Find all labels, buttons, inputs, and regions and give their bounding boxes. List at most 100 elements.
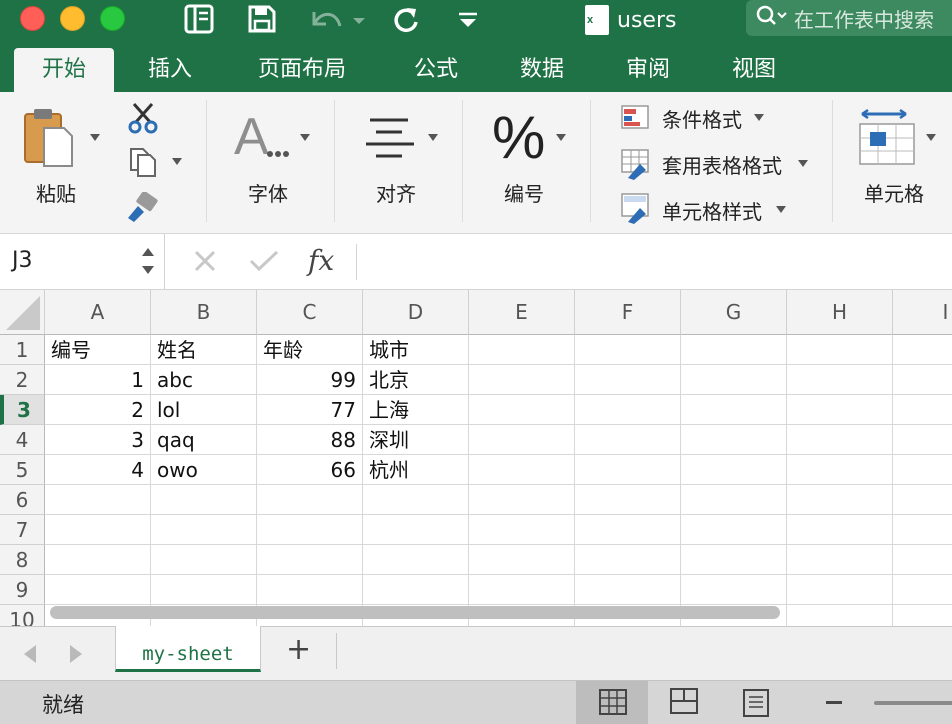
cell-e1[interactable] bbox=[469, 335, 575, 365]
cell-i2[interactable] bbox=[893, 365, 952, 395]
tab-formulas[interactable]: 公式 bbox=[386, 48, 486, 92]
row-header-4[interactable]: 4 bbox=[0, 425, 45, 455]
cell-g8[interactable] bbox=[681, 545, 787, 575]
cell-d7[interactable] bbox=[363, 515, 469, 545]
cell-d9[interactable] bbox=[363, 575, 469, 605]
cell-styles-icon[interactable] bbox=[620, 192, 654, 228]
conditional-format-label[interactable]: 条件格式 bbox=[662, 104, 742, 133]
tab-page-layout[interactable]: 页面布局 bbox=[232, 48, 372, 92]
cell-a7[interactable] bbox=[45, 515, 151, 545]
cell-h4[interactable] bbox=[787, 425, 893, 455]
page-break-view-button[interactable] bbox=[720, 681, 792, 724]
cell-g7[interactable] bbox=[681, 515, 787, 545]
cell-i9[interactable] bbox=[893, 575, 952, 605]
cell-e4[interactable] bbox=[469, 425, 575, 455]
tab-insert[interactable]: 插入 bbox=[120, 48, 220, 92]
copy-icon[interactable] bbox=[128, 146, 158, 182]
cell-f6[interactable] bbox=[575, 485, 681, 515]
tab-view[interactable]: 视图 bbox=[704, 48, 804, 92]
cell-b5[interactable]: owo bbox=[151, 455, 257, 485]
cell-f2[interactable] bbox=[575, 365, 681, 395]
cell-f7[interactable] bbox=[575, 515, 681, 545]
align-dropdown-caret[interactable] bbox=[428, 134, 438, 141]
cell-c5[interactable]: 66 bbox=[257, 455, 363, 485]
cell-h6[interactable] bbox=[787, 485, 893, 515]
row-header-6[interactable]: 6 bbox=[0, 485, 45, 515]
row-header-1[interactable]: 1 bbox=[0, 335, 45, 365]
cell-a1[interactable]: 编号 bbox=[45, 335, 151, 365]
cell-a2[interactable]: 1 bbox=[45, 365, 151, 395]
row-header-3[interactable]: 3 bbox=[0, 395, 45, 425]
cell-a3[interactable]: 2 bbox=[45, 395, 151, 425]
cell-h3[interactable] bbox=[787, 395, 893, 425]
cell-h5[interactable] bbox=[787, 455, 893, 485]
cell-a5[interactable]: 4 bbox=[45, 455, 151, 485]
cell-b3[interactable]: lol bbox=[151, 395, 257, 425]
cell-f5[interactable] bbox=[575, 455, 681, 485]
cell-c1[interactable]: 年龄 bbox=[257, 335, 363, 365]
cell-d3[interactable]: 上海 bbox=[363, 395, 469, 425]
cancel-icon[interactable] bbox=[192, 248, 218, 278]
cell-d4[interactable]: 深圳 bbox=[363, 425, 469, 455]
conditional-format-caret[interactable] bbox=[754, 114, 764, 121]
cell-d5[interactable]: 杭州 bbox=[363, 455, 469, 485]
cell-f9[interactable] bbox=[575, 575, 681, 605]
cell-e5[interactable] bbox=[469, 455, 575, 485]
cell-g4[interactable] bbox=[681, 425, 787, 455]
conditional-format-icon[interactable] bbox=[620, 104, 650, 134]
cell-f3[interactable] bbox=[575, 395, 681, 425]
cell-d1[interactable]: 城市 bbox=[363, 335, 469, 365]
sheet-search-field[interactable]: 在工作表中搜索 bbox=[746, 0, 952, 36]
undo-icon[interactable] bbox=[306, 4, 366, 34]
customize-toolbar-icon[interactable] bbox=[456, 4, 480, 34]
redo-icon[interactable] bbox=[392, 4, 420, 34]
insert-function-button[interactable]: fx bbox=[308, 244, 334, 277]
cell-h2[interactable] bbox=[787, 365, 893, 395]
cell-e8[interactable] bbox=[469, 545, 575, 575]
cell-h7[interactable] bbox=[787, 515, 893, 545]
format-as-table-label[interactable]: 套用表格格式 bbox=[662, 150, 782, 179]
cell-a8[interactable] bbox=[45, 545, 151, 575]
font-dropdown-caret[interactable] bbox=[300, 134, 310, 141]
tab-home[interactable]: 开始 bbox=[14, 48, 114, 92]
cell-b2[interactable]: abc bbox=[151, 365, 257, 395]
add-sheet-button[interactable]: + bbox=[286, 635, 311, 665]
cell-f1[interactable] bbox=[575, 335, 681, 365]
cell-b9[interactable] bbox=[151, 575, 257, 605]
cell-i3[interactable] bbox=[893, 395, 952, 425]
cell-g3[interactable] bbox=[681, 395, 787, 425]
cell-b6[interactable] bbox=[151, 485, 257, 515]
align-icon[interactable] bbox=[364, 116, 418, 162]
sidebar-toggle-icon[interactable] bbox=[184, 4, 216, 34]
cell-styles-caret[interactable] bbox=[776, 206, 786, 213]
name-box-stepper-icon[interactable] bbox=[140, 242, 156, 284]
cell-d6[interactable] bbox=[363, 485, 469, 515]
cell-c3[interactable]: 77 bbox=[257, 395, 363, 425]
confirm-icon[interactable] bbox=[248, 248, 280, 278]
cell-a6[interactable] bbox=[45, 485, 151, 515]
cell-i10[interactable] bbox=[893, 605, 952, 626]
cell-h8[interactable] bbox=[787, 545, 893, 575]
cell-e3[interactable] bbox=[469, 395, 575, 425]
cell-b7[interactable] bbox=[151, 515, 257, 545]
cell-g2[interactable] bbox=[681, 365, 787, 395]
cell-c4[interactable]: 88 bbox=[257, 425, 363, 455]
zoom-window-button[interactable] bbox=[100, 6, 125, 31]
cells-icon[interactable] bbox=[858, 108, 916, 170]
format-as-table-icon[interactable] bbox=[620, 148, 654, 184]
cell-c7[interactable] bbox=[257, 515, 363, 545]
cell-h10[interactable] bbox=[787, 605, 893, 626]
cell-g5[interactable] bbox=[681, 455, 787, 485]
column-header-d[interactable]: D bbox=[363, 290, 469, 335]
cell-e7[interactable] bbox=[469, 515, 575, 545]
cell-i1[interactable] bbox=[893, 335, 952, 365]
cell-h9[interactable] bbox=[787, 575, 893, 605]
select-all-corner[interactable] bbox=[0, 290, 45, 335]
tab-review[interactable]: 审阅 bbox=[598, 48, 698, 92]
column-header-g[interactable]: G bbox=[681, 290, 787, 335]
number-dropdown-caret[interactable] bbox=[556, 134, 566, 141]
name-box-value[interactable]: J3 bbox=[12, 248, 33, 273]
spreadsheet-grid[interactable]: A B C D E F G H I 1 编号 姓名 年龄 城市 2 1 abc 99 北京 3 2 lol 77 上海 4 3 qa… bbox=[0, 290, 952, 626]
cell-f8[interactable] bbox=[575, 545, 681, 575]
tab-data[interactable]: 数据 bbox=[492, 48, 592, 92]
